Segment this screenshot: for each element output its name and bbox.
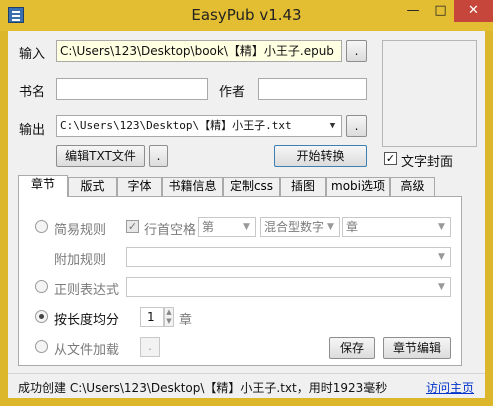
from-file-radio[interactable] bbox=[35, 340, 48, 353]
extra-rule-label: 附加规则 bbox=[54, 253, 107, 268]
text-cover-checkbox[interactable]: ✓ bbox=[384, 152, 397, 165]
tab-book-info[interactable]: 书籍信息 bbox=[162, 177, 223, 196]
save-button[interactable]: 保存 bbox=[329, 337, 375, 359]
regex-label: 正则表达式 bbox=[54, 283, 120, 298]
tab-illustration[interactable]: 插图 bbox=[280, 177, 326, 196]
tab-chapter[interactable]: 章节 bbox=[18, 175, 68, 197]
browse-input-button[interactable]: . bbox=[346, 40, 367, 62]
output-label: 输出 bbox=[19, 123, 46, 138]
tab-custom-css[interactable]: 定制css bbox=[223, 177, 280, 196]
author-label: 作者 bbox=[219, 85, 246, 100]
regex-radio[interactable] bbox=[35, 280, 48, 293]
status-message: 成功创建 C:\Users\123\Desktop\【精】小王子.txt，用时1… bbox=[18, 381, 388, 395]
extra-rule-combo[interactable]: ▼ bbox=[126, 247, 451, 267]
tab-font[interactable]: 字体 bbox=[117, 177, 162, 196]
tab-layout[interactable]: 版式 bbox=[68, 177, 117, 196]
by-length-label: 按长度均分 bbox=[54, 313, 120, 328]
status-bar: 成功创建 C:\Users\123\Desktop\【精】小王子.txt，用时1… bbox=[8, 373, 485, 398]
number-type-value: 混合型数字 bbox=[264, 220, 325, 234]
chapter-edit-button[interactable]: 章节编辑 bbox=[383, 337, 451, 359]
homepage-link[interactable]: 访问主页 bbox=[426, 379, 474, 396]
tab-advanced[interactable]: 高级 bbox=[390, 177, 435, 196]
chevron-down-icon[interactable]: ▼ bbox=[324, 116, 341, 136]
length-spinner-value: 1 bbox=[147, 310, 155, 324]
output-file-combo[interactable]: C:\Users\123\Desktop\【精】小王子.txt ▼ bbox=[56, 115, 342, 137]
tab-mobi-options[interactable]: mobi选项 bbox=[326, 177, 390, 196]
input-file-field[interactable]: C:\Users\123\Desktop\book\【精】小王子.epub bbox=[56, 40, 342, 62]
book-title-field[interactable] bbox=[56, 78, 208, 100]
chevron-down-icon: ▼ bbox=[438, 222, 445, 232]
chevron-down-icon: ▼ bbox=[243, 222, 250, 232]
from-file-browse-button[interactable]: . bbox=[140, 337, 160, 357]
book-title-label: 书名 bbox=[19, 85, 46, 100]
minimize-button[interactable]: — bbox=[399, 0, 427, 22]
cover-preview bbox=[382, 40, 477, 147]
length-spinner[interactable]: 1 bbox=[140, 307, 164, 327]
edit-txt-button[interactable]: 编辑TXT文件 bbox=[56, 145, 145, 167]
chevron-down-icon: ▼ bbox=[438, 252, 445, 262]
browse-output-button[interactable]: . bbox=[346, 115, 367, 137]
suffix-combo[interactable]: 章 ▼ bbox=[342, 217, 451, 237]
simple-rule-radio[interactable] bbox=[35, 220, 48, 233]
maximize-button[interactable]: □ bbox=[427, 0, 454, 22]
edit-options-button[interactable]: . bbox=[149, 145, 168, 167]
output-file-value: C:\Users\123\Desktop\【精】小王子.txt bbox=[60, 119, 292, 132]
indent-checkbox[interactable]: ✓ bbox=[126, 220, 139, 233]
prefix-combo-value: 第 bbox=[202, 220, 215, 234]
close-button[interactable]: ✕ bbox=[454, 0, 493, 22]
by-length-radio[interactable] bbox=[35, 310, 48, 323]
text-cover-label: 文字封面 bbox=[401, 155, 454, 170]
chapter-tab-panel: 简易规则 ✓ 行首空格 第 ▼ 混合型数字 ▼ 章 ▼ 附加规则 ▼ 正则表达式 bbox=[18, 196, 462, 366]
start-convert-button[interactable]: 开始转换 bbox=[274, 145, 367, 167]
app-window: EasyPub v1.43 — □ ✕ 输入 C:\Users\123\Desk… bbox=[0, 0, 493, 406]
chevron-down-icon: ▼ bbox=[327, 222, 334, 232]
length-unit-label: 章 bbox=[179, 313, 193, 328]
spinner-arrows-icon[interactable]: ▲ ▼ bbox=[164, 307, 174, 327]
author-field[interactable] bbox=[258, 78, 367, 100]
from-file-label: 从文件加载 bbox=[54, 343, 120, 358]
input-label: 输入 bbox=[19, 47, 46, 62]
prefix-combo[interactable]: 第 ▼ bbox=[198, 217, 256, 237]
number-type-combo[interactable]: 混合型数字 ▼ bbox=[260, 217, 340, 237]
simple-rule-label: 简易规则 bbox=[54, 223, 107, 238]
title-bar[interactable]: EasyPub v1.43 — □ ✕ bbox=[0, 0, 493, 31]
suffix-combo-value: 章 bbox=[346, 220, 359, 234]
main-panel: 输入 C:\Users\123\Desktop\book\【精】小王子.epub… bbox=[8, 31, 485, 398]
chevron-down-icon: ▼ bbox=[438, 282, 445, 292]
indent-label: 行首空格 bbox=[144, 223, 197, 238]
regex-combo[interactable]: ▼ bbox=[126, 277, 451, 297]
